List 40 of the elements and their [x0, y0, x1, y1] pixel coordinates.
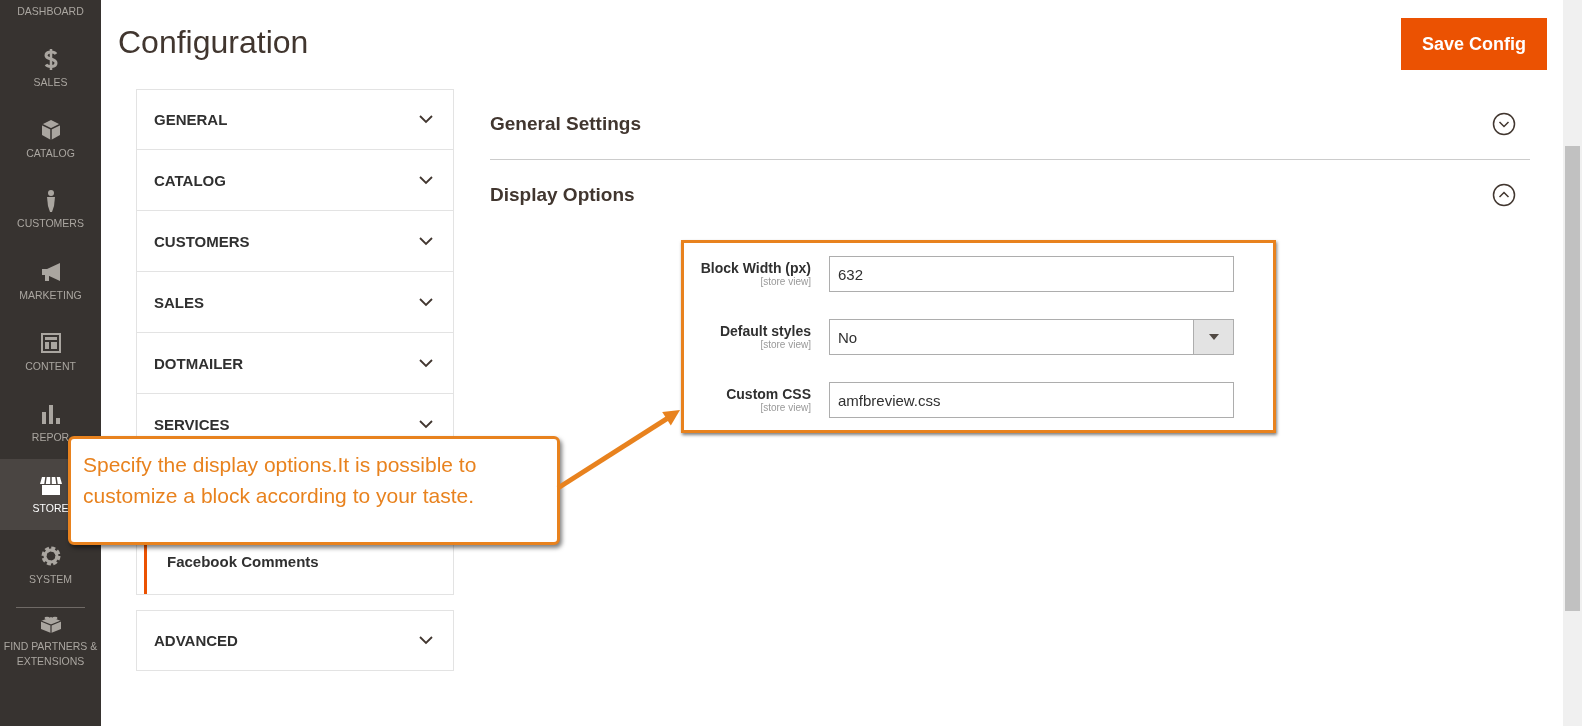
text-field[interactable]: 632 — [829, 256, 1234, 292]
config-section-tab[interactable]: CATALOG — [136, 150, 454, 211]
sidebar-item[interactable]: CUSTOMERS — [0, 175, 101, 246]
sidebar-item[interactable]: MARKETING — [0, 246, 101, 317]
chevron-down-icon — [419, 115, 433, 124]
page-title: Configuration — [118, 24, 309, 61]
config-section-tab[interactable]: GENERAL — [136, 89, 454, 150]
chevron-down-icon — [419, 236, 433, 246]
scrollbar-thumb[interactable] — [1565, 146, 1580, 611]
save-config-button[interactable]: Save Config — [1401, 18, 1547, 70]
group-header[interactable]: General Settings — [490, 89, 1530, 160]
field-label: Block Width (px) — [700, 259, 811, 276]
chevron-down-icon — [419, 175, 433, 185]
sidebar-item[interactable]: CATALOG — [0, 104, 101, 175]
scope-label: [store view] — [760, 339, 811, 350]
expand-icon[interactable] — [1492, 112, 1516, 136]
sidebar-item[interactable]: FIND PARTNERS & EXTENSIONS — [0, 608, 101, 672]
field-label: Custom CSS — [726, 385, 811, 402]
sidebar-item[interactable]: CONTENT — [0, 317, 101, 388]
chevron-down-icon — [419, 358, 433, 368]
chevron-down-icon — [419, 419, 433, 429]
sidebar-item[interactable]: DASHBOARD — [0, 0, 101, 33]
group-header[interactable]: Display Options — [490, 160, 1530, 230]
config-section-tab[interactable]: CUSTOMERS — [136, 211, 454, 272]
dropdown-arrow-icon — [1208, 334, 1219, 340]
collapse-icon[interactable] — [1492, 183, 1516, 207]
sidebar-item[interactable]: SALES — [0, 33, 101, 104]
scope-label: [store view] — [760, 276, 811, 287]
person-icon — [45, 190, 56, 212]
text-field[interactable]: amfbreview.css — [829, 382, 1234, 418]
layout-icon — [38, 331, 63, 355]
select-field[interactable]: No — [829, 319, 1234, 355]
chevron-down-icon — [419, 297, 433, 307]
config-section-tab[interactable]: ADVANCED — [136, 610, 454, 671]
callout-tooltip: Specify the display options.It is possible to customize a block according to your taste. — [68, 436, 560, 545]
scope-label: [store view] — [760, 402, 811, 413]
field-label: Default styles — [719, 322, 811, 339]
config-section-tab[interactable]: SALES — [136, 272, 454, 333]
config-section-tab[interactable]: DOTMAILER — [136, 333, 454, 394]
chevron-down-icon — [419, 636, 433, 645]
